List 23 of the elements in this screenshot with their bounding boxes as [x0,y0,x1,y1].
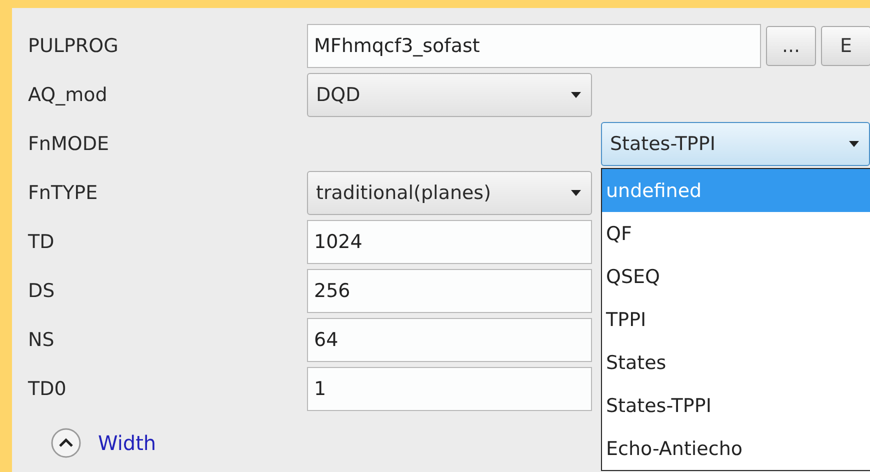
parameter-label: AQ_mod [28,84,108,106]
parameter-label: TD [28,231,56,253]
toolbar-button[interactable]: ... [766,26,816,66]
collapse-icon[interactable] [50,427,82,459]
parameter-label: PULPROG [28,35,120,57]
input-field[interactable]: 256 [307,269,592,313]
input-field[interactable]: MFhmqcf3_sofast [307,24,761,68]
caret-icon [849,141,859,147]
dropdown[interactable]: DQD [307,73,592,117]
parameter-label: FnMODE [28,133,110,155]
dropdown[interactable]: States-TPPI [601,122,870,166]
parameter-label: DS [28,280,56,302]
parameter-label: FnTYPE [28,182,99,204]
input-field[interactable]: 1024 [307,220,592,264]
input-field[interactable]: 64 [307,318,592,362]
parameter-label: TD0 [28,378,68,400]
caret-icon [571,92,581,98]
toolbar-button[interactable]: E [821,26,870,66]
input-field[interactable]: 1 [307,367,592,411]
caret-icon [571,190,581,196]
dropdown[interactable]: traditional(planes) [307,171,592,215]
parameter-label: NS [28,329,56,351]
section-label[interactable]: Width [98,431,156,455]
